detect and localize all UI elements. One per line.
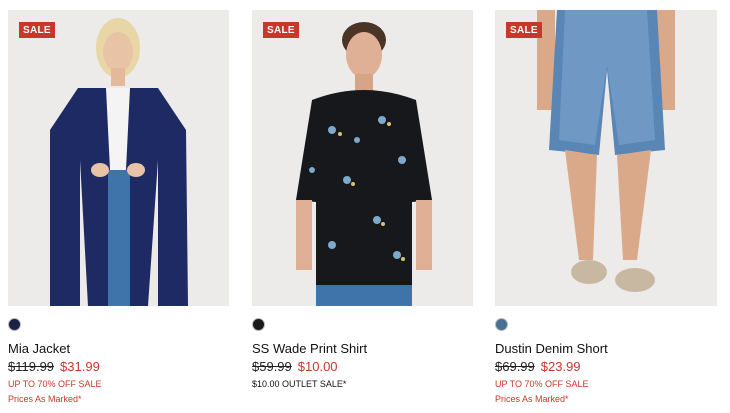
product-prices: $119.99 $31.99 <box>8 359 100 374</box>
sale-badge: SALE <box>263 22 299 38</box>
sale-price: $10.00 <box>297 359 338 374</box>
original-price: $69.99 <box>495 359 535 374</box>
product-card-mia-jacket[interactable]: SALE Mia Jacket $119.99 $31.99 UP TO 70% … <box>8 10 229 404</box>
product-prices: $69.99 $23.99 <box>495 359 581 374</box>
sale-badge: SALE <box>19 22 55 38</box>
product-image[interactable]: SALE <box>495 10 717 306</box>
promo-text: UP TO 70% OFF SALE <box>495 379 589 389</box>
promo-text: $10.00 OUTLET SALE* <box>252 379 347 389</box>
sale-price: $31.99 <box>60 359 100 374</box>
original-price: $59.99 <box>252 359 292 374</box>
color-swatch[interactable] <box>252 318 265 331</box>
sale-badge: SALE <box>506 22 542 38</box>
promo-text: UP TO 70% OFF SALE <box>8 379 102 389</box>
original-price: $119.99 <box>8 359 55 374</box>
product-prices: $59.99 $10.00 <box>252 359 338 374</box>
promo-note: Prices As Marked* <box>495 394 569 404</box>
sale-price: $23.99 <box>540 359 581 374</box>
product-name[interactable]: Dustin Denim Short <box>495 341 608 356</box>
promo-note: Prices As Marked* <box>8 394 82 404</box>
product-image[interactable]: SALE <box>8 10 229 306</box>
product-name[interactable]: Mia Jacket <box>8 341 70 356</box>
product-image[interactable]: SALE <box>252 10 473 306</box>
product-name[interactable]: SS Wade Print Shirt <box>252 341 367 356</box>
color-swatch[interactable] <box>8 318 21 331</box>
denim-shorts-legs-image <box>495 10 717 306</box>
man-floral-shirt-image <box>252 10 473 306</box>
color-swatch[interactable] <box>495 318 508 331</box>
product-card-ss-wade-print-shirt[interactable]: SALE SS Wade Print Shirt $59.99 $10.00 $1… <box>252 10 473 389</box>
woman-navy-coat-image <box>8 10 229 306</box>
product-card-dustin-denim-short[interactable]: SALE Dustin Denim Short $69.99 $23.99 UP … <box>495 10 717 404</box>
